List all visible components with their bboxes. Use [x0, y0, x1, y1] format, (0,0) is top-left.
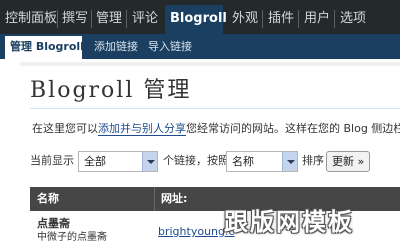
menu-separator: [57, 10, 58, 28]
intro-text: 在这里您可以添加并与别人分享您经常访问的网站。这样在您的 Blog 侧边栏: [32, 122, 400, 136]
title-divider: [30, 108, 400, 109]
link-name[interactable]: 点墨斋: [37, 217, 70, 231]
chevron-down-icon[interactable]: [282, 152, 297, 171]
order-select[interactable]: 名称: [226, 151, 298, 172]
order-select-value: 名称: [232, 155, 254, 168]
menu-dashboard[interactable]: 控制面板: [5, 9, 57, 29]
menu-separator: [334, 10, 335, 28]
menu-appearance[interactable]: 外观: [232, 9, 258, 29]
menu-users[interactable]: 用户: [304, 9, 330, 29]
page-title: Blogroll 管理: [30, 78, 192, 103]
menu-separator: [262, 10, 263, 28]
submenu-manage-blogroll[interactable]: 管理 Blogroll: [10, 39, 84, 55]
show-label: 当前显示: [30, 154, 74, 167]
menu-separator: [298, 10, 299, 28]
column-divider: [154, 187, 155, 211]
submenu-add-link[interactable]: 添加链接: [94, 39, 138, 55]
submenu-import-links[interactable]: 导入链接: [148, 39, 192, 55]
menu-separator: [126, 10, 127, 28]
links-label: 个链接，按照: [163, 154, 229, 167]
link-description: 中微子的点墨斋: [37, 232, 107, 243]
watermark-text: 跟版网模板: [224, 208, 354, 236]
chevron-down-icon[interactable]: [142, 152, 157, 171]
sub-menu: 管理 Blogroll 添加链接 导入链接: [0, 34, 400, 59]
menu-separator: [91, 10, 92, 28]
column-header-name[interactable]: 名称: [37, 192, 59, 206]
menu-options[interactable]: 选项: [340, 9, 366, 29]
content-top-bar: [20, 62, 400, 66]
category-select-value: 全部: [84, 155, 106, 168]
intro-link[interactable]: 添加并与别人分享: [98, 122, 186, 136]
column-header-url[interactable]: 网址:: [161, 192, 187, 206]
sort-label: 排序: [302, 154, 324, 167]
menu-plugins[interactable]: 插件: [268, 9, 294, 29]
top-menu: 控制面板 撰写 管理 评论 Blogroll 外观 插件 用户 选项: [0, 0, 400, 34]
update-button[interactable]: 更新 »: [326, 151, 371, 172]
menu-comments[interactable]: 评论: [132, 9, 158, 29]
menu-blogroll[interactable]: Blogroll: [170, 9, 227, 29]
intro-after: 您经常访问的网站。这样在您的 Blog 侧边栏: [186, 122, 400, 135]
menu-write[interactable]: 撰写: [62, 9, 88, 29]
intro-before: 在这里您可以: [32, 122, 98, 135]
menu-manage[interactable]: 管理: [96, 9, 122, 29]
category-select[interactable]: 全部: [78, 151, 158, 172]
